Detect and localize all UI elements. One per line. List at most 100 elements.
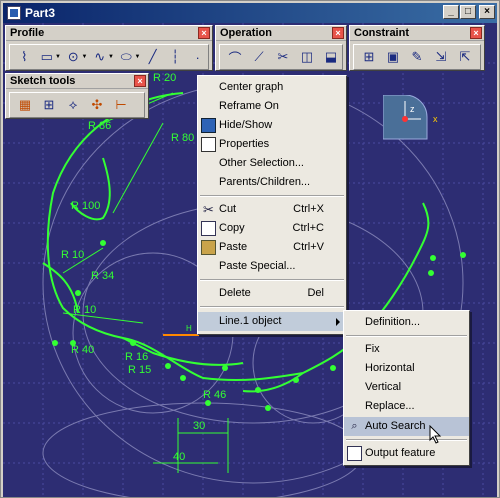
menu-item-hide-show[interactable]: Hide/Show (198, 116, 346, 135)
dim-label: R 16 (125, 351, 148, 363)
dim-label: R 34 (91, 270, 114, 282)
menu-separator (346, 335, 467, 337)
constraint-toolbar-title[interactable]: Constraint (350, 26, 484, 41)
circle-dropdown-icon[interactable]: ▼ (82, 54, 88, 60)
auto-constraint-icon[interactable]: ⇱ (454, 47, 476, 67)
window-title: Part3 (25, 6, 56, 20)
circle-icon[interactable]: ⊙ (63, 47, 84, 67)
sketch-tools-toolbar: Sketch tools × ▦ ⊞ ⟡ ✣ ⊢ (5, 73, 149, 119)
submenu-item-vertical[interactable]: Vertical (344, 378, 469, 397)
constraint-close-icon[interactable]: × (470, 27, 482, 39)
spline-icon[interactable]: ∿ (89, 47, 110, 67)
operation-close-icon[interactable]: × (332, 27, 344, 39)
ellipse-icon[interactable]: ⬭ (116, 47, 137, 67)
contact-constraint-icon[interactable]: ✎ (406, 47, 428, 67)
submenu-item-definition[interactable]: Definition... (344, 313, 469, 332)
submenu-item-replace[interactable]: Replace... (344, 397, 469, 416)
hide-show-icon (201, 118, 216, 133)
axis-icon[interactable]: ┆ (165, 47, 186, 67)
compass-z-label: z (410, 104, 415, 114)
operation-toolbar-body: ⌒ ⟋ ✂ ◫ ⬓ (219, 44, 343, 70)
dim-label: 30 (193, 420, 205, 432)
menu-item-line-object[interactable]: Line.1 object (198, 312, 346, 331)
menu-item-cut[interactable]: ✂ Cut Ctrl+X (198, 200, 346, 219)
menu-item-copy[interactable]: Copy Ctrl+C (198, 219, 346, 238)
constraint-icon[interactable]: ▣ (382, 47, 404, 67)
dim-label: R 46 (203, 389, 226, 401)
operation-toolbar: Operation × ⌒ ⟋ ✂ ◫ ⬓ (215, 25, 347, 71)
geometric-constraints-icon[interactable]: ✣ (86, 95, 108, 115)
menu-separator (200, 279, 344, 281)
snap-to-point-icon[interactable]: ⊞ (38, 95, 60, 115)
mirror-icon[interactable]: ◫ (296, 47, 318, 67)
auto-search-icon: ⌕ (351, 420, 358, 432)
object-submenu: Definition... Fix Horizontal Vertical Re… (343, 310, 470, 466)
chamfer-icon[interactable]: ⟋ (248, 47, 270, 67)
spline-dropdown-icon[interactable]: ▼ (108, 54, 114, 60)
dim-label: R 40 (71, 344, 94, 356)
rectangle-icon[interactable]: ▭ (37, 47, 58, 67)
properties-icon (201, 137, 216, 152)
menu-item-other-selection[interactable]: Other Selection... (198, 154, 346, 173)
submenu-item-auto-search[interactable]: ⌕ Auto Search (344, 417, 469, 436)
profile-toolbar-title[interactable]: Profile (6, 26, 212, 41)
profile-toolbar-body: ⌇ ▭ ▼ ⊙ ▼ ∿ ▼ ⬭ ▼ ╱ ┆ · (9, 44, 209, 70)
menu-item-paste[interactable]: Paste Ctrl+V (198, 238, 346, 257)
menu-item-delete[interactable]: Delete Del (198, 284, 346, 303)
dim-label: R 86 (88, 120, 111, 132)
construction-element-icon[interactable]: ⟡ (62, 95, 84, 115)
submenu-arrow-icon (336, 318, 340, 326)
line-icon[interactable]: ╱ (142, 47, 163, 67)
grid-icon[interactable]: ▦ (14, 95, 36, 115)
dim-label: R 15 (128, 364, 151, 376)
profile-close-icon[interactable]: × (198, 27, 210, 39)
constraint-toolbar-body: ⊞ ▣ ✎ ⇲ ⇱ (353, 44, 481, 70)
context-menu: Center graph Reframe On Hide/Show Proper… (197, 75, 347, 335)
menu-item-paste-special[interactable]: Paste Special... (198, 257, 346, 276)
profile-icon[interactable]: ⌇ (14, 47, 35, 67)
app-window: Part3 _ □ × R 86 R 80 R 100 R 10 R 34 R … (0, 0, 500, 498)
corner-icon[interactable]: ⌒ (224, 47, 246, 67)
project-icon[interactable]: ⬓ (320, 47, 342, 67)
dimensional-constraints-icon[interactable]: ⊢ (110, 95, 132, 115)
dim-label: R 10 (73, 304, 96, 316)
menu-item-parents-children[interactable]: Parents/Children... (198, 173, 346, 192)
mouse-cursor-icon (429, 425, 442, 444)
menu-item-center-graph[interactable]: Center graph (198, 78, 346, 97)
sketch-tools-toolbar-body: ▦ ⊞ ⟡ ✣ ⊢ (9, 92, 145, 118)
output-feature-icon (347, 446, 362, 461)
sketch-tools-toolbar-title[interactable]: Sketch tools (6, 74, 148, 89)
sketch-tools-close-icon[interactable]: × (134, 75, 146, 87)
menu-item-reframe-on[interactable]: Reframe On (198, 97, 346, 116)
submenu-item-output-feature[interactable]: Output feature (344, 444, 469, 463)
constraint-toolbar: Constraint × ⊞ ▣ ✎ ⇲ ⇱ (349, 25, 485, 71)
dim-label: R 20 (153, 72, 176, 84)
copy-icon (201, 221, 216, 236)
profile-toolbar: Profile × ⌇ ▭ ▼ ⊙ ▼ ∿ ▼ ⬭ ▼ ╱ ┆ · (5, 25, 213, 71)
scissors-icon: ✂ (203, 202, 214, 217)
menu-separator (346, 439, 467, 441)
submenu-item-horizontal[interactable]: Horizontal (344, 359, 469, 378)
close-button[interactable]: × (479, 5, 495, 19)
menu-separator (200, 306, 344, 308)
submenu-item-fix[interactable]: Fix (344, 340, 469, 359)
point-icon[interactable]: · (187, 47, 208, 67)
trim-icon[interactable]: ✂ (272, 47, 294, 67)
paste-icon (201, 240, 216, 255)
compass-x-label: x (433, 114, 438, 124)
axis-h-label: H (186, 324, 192, 333)
dim-label: R 10 (61, 249, 84, 261)
operation-toolbar-title[interactable]: Operation (216, 26, 346, 41)
ellipse-dropdown-icon[interactable]: ▼ (134, 54, 140, 60)
dim-label: R 100 (71, 200, 100, 212)
menu-item-properties[interactable]: Properties (198, 135, 346, 154)
app-icon (7, 6, 21, 20)
title-bar[interactable]: Part3 _ □ × (3, 3, 497, 23)
fix-together-icon[interactable]: ⇲ (430, 47, 452, 67)
constraint-dialog-icon[interactable]: ⊞ (358, 47, 380, 67)
dim-label: R 80 (171, 132, 194, 144)
minimize-button[interactable]: _ (443, 5, 459, 19)
rectangle-dropdown-icon[interactable]: ▼ (55, 54, 61, 60)
dim-label: 40 (173, 451, 185, 463)
maximize-button[interactable]: □ (460, 5, 476, 19)
